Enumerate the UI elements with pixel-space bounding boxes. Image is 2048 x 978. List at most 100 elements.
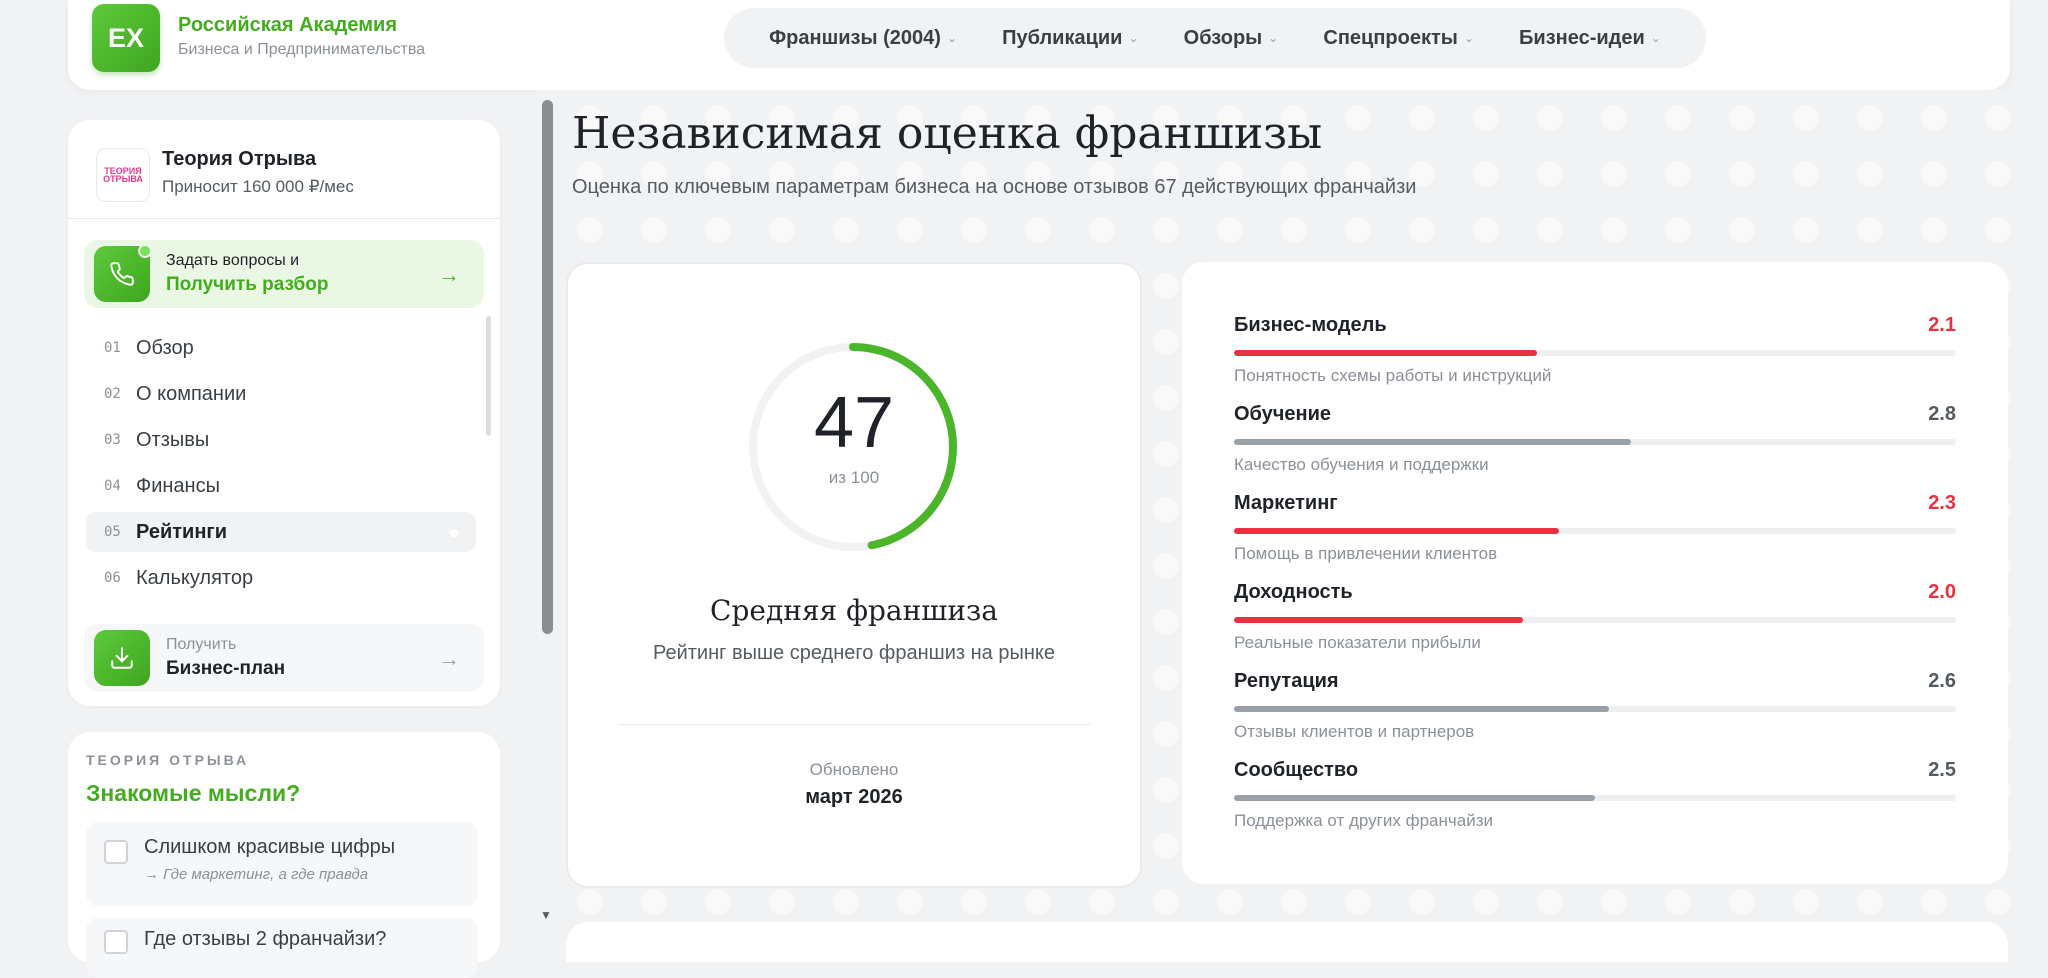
thoughts-eyebrow: ТЕОРИЯ ОТРЫВА xyxy=(86,752,250,768)
scroll-down-arrow-icon[interactable]: ▼ xyxy=(540,908,552,922)
menu-item-number: 02 xyxy=(104,386,121,402)
menu-item-overview[interactable]: 01 Обзор xyxy=(86,328,476,368)
chevron-down-icon: ⌄ xyxy=(1128,31,1139,45)
param-bar-track xyxy=(1234,528,1956,534)
nav-item-franchises[interactable]: Франшизы (2004) ⌄ xyxy=(769,27,957,50)
site-header: EX Российская Академия Бизнеса и Предпри… xyxy=(68,0,2010,90)
ask-questions-button[interactable]: Задать вопросы и Получить разбор → xyxy=(84,240,484,308)
divider xyxy=(618,724,1090,725)
param-bar-fill xyxy=(1234,350,1538,356)
param-bar-track xyxy=(1234,795,1956,801)
chevron-down-icon: ⌄ xyxy=(1268,31,1279,45)
param-value: 2.8 xyxy=(1928,403,1956,425)
menu-scrollbar[interactable] xyxy=(486,316,491,436)
franchise-sidebar: ТЕОРИЯ ОТРЫВА Теория Отрыва Приносит 160… xyxy=(68,120,500,706)
param-name: Маркетинг xyxy=(1234,492,1338,514)
chevron-down-icon: ⌄ xyxy=(1650,31,1661,45)
menu-item-label: Отзывы xyxy=(136,428,210,451)
param-bar-fill xyxy=(1234,795,1595,801)
score-card: 47 из 100 Средняя франшиза Рейтинг выше … xyxy=(566,262,1142,888)
thought-title: Где отзывы 2 франчайзи? xyxy=(144,928,387,950)
param-name: Репутация xyxy=(1234,670,1339,692)
thoughts-title: Знакомые мысли? xyxy=(86,780,301,806)
nav-item-label: Обзоры xyxy=(1183,26,1263,49)
param-value: 2.5 xyxy=(1928,759,1956,781)
chevron-down-icon: ⌄ xyxy=(1463,31,1474,45)
nav-item-reviews[interactable]: Обзоры ⌄ xyxy=(1184,27,1279,50)
page-subtitle: Оценка по ключевым параметрам бизнеса на… xyxy=(572,176,1417,198)
param-bar-track xyxy=(1234,439,1956,445)
param-value: 2.0 xyxy=(1928,581,1956,603)
menu-item-reviews[interactable]: 03 Отзывы xyxy=(86,420,476,460)
thought-item[interactable]: Слишком красивые цифры → Где маркетинг, … xyxy=(86,822,478,906)
param-name: Бизнес-модель xyxy=(1234,314,1387,336)
param-bar-fill xyxy=(1234,617,1523,623)
nav-item-publications[interactable]: Публикации ⌄ xyxy=(1002,27,1138,50)
param-description: Понятность схемы работы и инструкций xyxy=(1234,366,1552,385)
arrow-right-icon: → xyxy=(438,646,460,671)
menu-item-ratings[interactable]: 05 Рейтинги xyxy=(86,512,476,552)
chevron-down-icon: ⌄ xyxy=(946,31,958,45)
cta-plan-line1: Получить xyxy=(166,636,237,653)
updated-value: март 2026 xyxy=(805,786,903,808)
franchise-logo: ТЕОРИЯ ОТРЫВА xyxy=(96,148,150,202)
nav-item-label: Франшизы (2004) xyxy=(769,26,941,49)
menu-item-label: Обзор xyxy=(136,336,194,359)
page-title: Независимая оценка франшизы xyxy=(572,108,1323,159)
business-plan-button[interactable]: Получить Бизнес-план → xyxy=(84,624,484,692)
score-title: Средняя франшиза xyxy=(710,594,998,627)
param-row: Маркетинг 2.3 Помощь в привлечении клиен… xyxy=(1234,492,1956,574)
thoughts-card: ТЕОРИЯ ОТРЫВА Знакомые мысли? Слишком кр… xyxy=(68,732,500,978)
section-menu: 01 Обзор 02 О компании 03 Отзывы 04 Финансы … xyxy=(86,328,476,604)
parameters-card: Бизнес-модель 2.1 Понятность схемы работ… xyxy=(1182,262,2008,884)
menu-item-calculator[interactable]: 06 Калькулятор xyxy=(86,558,476,598)
page-scrollbar-thumb[interactable] xyxy=(542,100,553,634)
brand-name[interactable]: Российская Академия xyxy=(178,14,397,37)
divider xyxy=(68,218,500,219)
nav-item-label: Публикации xyxy=(1002,26,1123,49)
franchise-name: Теория Отрыва xyxy=(162,148,317,170)
menu-item-about[interactable]: 02 О компании xyxy=(86,374,476,414)
score-max: из 100 xyxy=(828,468,880,487)
next-section-card xyxy=(566,922,2008,962)
param-value: 2.6 xyxy=(1928,670,1956,692)
brand-subtitle: Бизнеса и Предпринимательства xyxy=(178,41,426,58)
download-icon xyxy=(94,630,150,686)
updated-label: Обновлено xyxy=(809,760,899,779)
param-bar-track xyxy=(1234,617,1956,623)
nav-item-business-ideas[interactable]: Бизнес-идеи ⌄ xyxy=(1519,27,1661,50)
param-bar-track xyxy=(1234,350,1956,356)
param-description: Качество обучения и поддержки xyxy=(1234,455,1489,474)
param-row: Сообщество 2.5 Поддержка от других франч… xyxy=(1234,759,1956,841)
brand-logo[interactable]: EX xyxy=(92,4,160,72)
nav-item-specprojects[interactable]: Спецпроекты ⌄ xyxy=(1323,27,1474,50)
arrow-right-icon: → xyxy=(438,262,460,287)
menu-item-label: Калькулятор xyxy=(136,566,254,589)
cta-ask-line2: Получить разбор xyxy=(166,274,329,295)
thought-title: Слишком красивые цифры xyxy=(144,836,396,858)
param-row: Обучение 2.8 Качество обучения и поддерж… xyxy=(1234,403,1956,485)
franchise-logo-text: ТЕОРИЯ ОТРЫВА xyxy=(103,166,143,184)
phone-icon xyxy=(94,244,152,302)
param-name: Доходность xyxy=(1234,581,1353,603)
param-description: Помощь в привлечении клиентов xyxy=(1234,544,1498,563)
menu-item-finance[interactable]: 04 Финансы xyxy=(86,466,476,506)
menu-item-label: Финансы xyxy=(136,474,220,497)
thought-item[interactable]: Где отзывы 2 франчайзи? xyxy=(86,918,478,978)
checkbox[interactable] xyxy=(104,840,128,864)
param-value: 2.1 xyxy=(1928,314,1956,336)
param-row: Доходность 2.0 Реальные показатели прибы… xyxy=(1234,581,1956,663)
main-nav: Франшизы (2004) ⌄ Публикации ⌄ Обзоры ⌄ Спе… xyxy=(724,8,1706,68)
menu-item-number: 01 xyxy=(104,340,121,356)
menu-item-number: 04 xyxy=(104,478,121,494)
score-description: Рейтинг выше среднего франшиз на рынке xyxy=(653,642,1055,664)
param-name: Обучение xyxy=(1234,403,1332,425)
param-description: Отзывы клиентов и партнеров xyxy=(1234,722,1475,741)
param-row: Бизнес-модель 2.1 Понятность схемы работ… xyxy=(1234,314,1956,396)
checkbox[interactable] xyxy=(104,930,128,954)
nav-item-label: Спецпроекты xyxy=(1323,26,1458,49)
nav-item-label: Бизнес-идеи xyxy=(1519,26,1645,49)
score-value: 47 xyxy=(813,383,895,463)
param-bar-track xyxy=(1234,706,1956,712)
param-value: 2.3 xyxy=(1928,492,1956,514)
